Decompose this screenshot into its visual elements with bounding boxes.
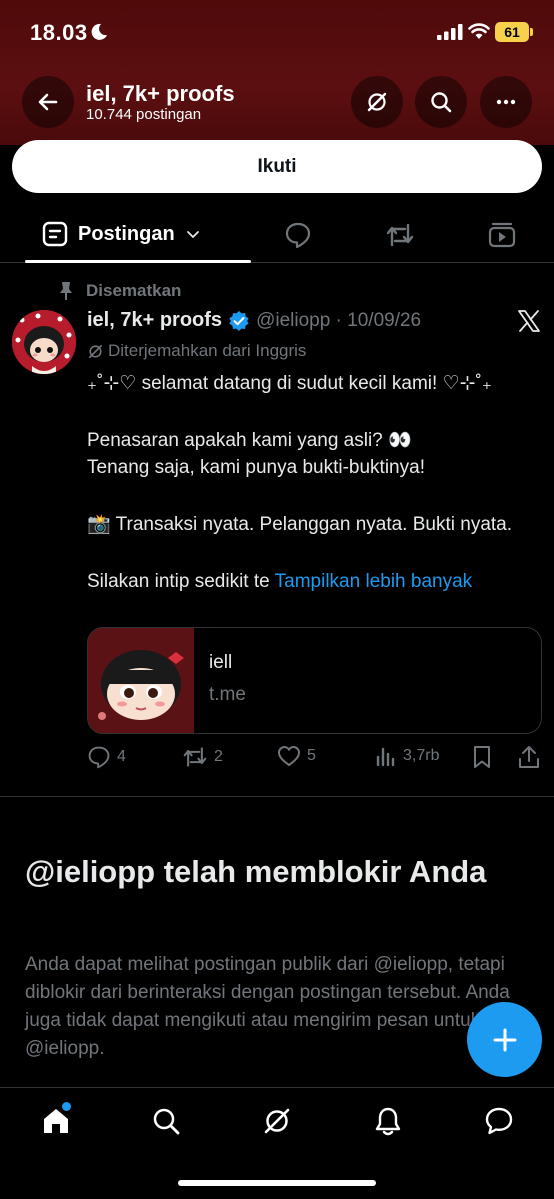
link-card-domain: t.me (209, 684, 246, 705)
battery-tip (530, 28, 533, 36)
more-icon (496, 99, 516, 105)
author-name[interactable]: iel, 7k+ proofs (87, 309, 222, 332)
post-line: 📸 Transaksi nyata. Pelanggan nyata. Bukt… (87, 514, 513, 535)
view-count: 3,7rb (403, 747, 440, 764)
x-logo-icon (518, 310, 540, 332)
like-count: 5 (307, 747, 316, 764)
bell-icon[interactable] (373, 1106, 403, 1136)
status-time: 18.03 (30, 20, 88, 45)
post-line: Penasaran apakah kami yang asli? 👀 (87, 430, 412, 451)
tab-reposts[interactable] (385, 221, 415, 249)
back-arrow-icon (38, 93, 58, 111)
home-indicator (178, 1180, 376, 1186)
share-icon[interactable] (518, 745, 540, 769)
moon-icon (91, 23, 107, 40)
repost-count: 2 (214, 748, 223, 765)
compose-button[interactable] (467, 1002, 542, 1077)
profile-tabs: Postingan (0, 205, 554, 263)
post-line: Tenang saja, kami punya bukti-buktinya! (87, 457, 425, 478)
blocked-heading: @ieliopp telah memblokir Anda (25, 854, 487, 889)
post-line: Silakan intip sedikit te Tampilkan lebih… (87, 571, 473, 592)
divider (0, 796, 554, 797)
grok-icon[interactable] (262, 1106, 292, 1136)
author-handle-date: @ieliopp · 10/09/26 (256, 309, 422, 331)
search-button[interactable] (415, 76, 467, 128)
translated-notice: Diterjemahkan dari Inggris (87, 341, 306, 361)
repost-button[interactable]: 2 (182, 745, 223, 769)
bookmark-icon[interactable] (472, 745, 492, 769)
grok-button[interactable] (351, 76, 403, 128)
tab-replies[interactable] (284, 221, 312, 249)
translated-label: Diterjemahkan dari Inggris (108, 341, 307, 360)
reply-icon (88, 746, 110, 769)
signal-icon (437, 24, 463, 40)
home-notification-dot (62, 1102, 71, 1111)
like-button[interactable]: 5 (277, 745, 316, 767)
views-chart-icon (376, 747, 395, 767)
show-more-link[interactable]: Tampilkan lebih banyak (275, 571, 473, 592)
link-card-title: iell (209, 652, 233, 673)
search-icon (431, 92, 452, 113)
more-button[interactable] (480, 76, 532, 128)
post-count: 10.744 postingan (86, 106, 202, 123)
battery-indicator: 61 (495, 22, 529, 42)
post-actions: 4 2 5 3,7rb (87, 745, 542, 773)
verified-badge-icon (229, 310, 249, 331)
views-button[interactable]: 3,7rb (375, 745, 439, 767)
grok-icon (88, 344, 103, 358)
follow-button[interactable]: Ikuti (12, 140, 542, 193)
link-card-thumbnail (88, 628, 194, 733)
plus-icon (493, 1028, 516, 1051)
reply-count: 4 (117, 748, 126, 765)
heart-icon (278, 746, 300, 766)
tab-media[interactable] (487, 221, 517, 249)
repost-icon (183, 747, 207, 767)
grok-icon (367, 92, 387, 112)
active-tab-indicator (25, 260, 251, 263)
back-button[interactable] (22, 76, 74, 128)
blocked-description: Anda dapat melihat postingan publik dari… (25, 954, 510, 1059)
post-author-row: iel, 7k+ proofs @ieliopp · 10/09/26 (87, 309, 421, 332)
chevron-down-icon (186, 231, 199, 238)
avatar[interactable] (12, 310, 76, 374)
reply-button[interactable]: 4 (87, 745, 126, 769)
post-line: ₊˚⊹♡ selamat datang di sudut kecil kami!… (87, 373, 492, 394)
pin-icon (60, 282, 72, 300)
pinned-label: Disematkan (86, 281, 182, 300)
pinned-row: Disematkan (58, 281, 181, 301)
link-card[interactable]: iell t.me (87, 627, 542, 734)
tab-posts-label: Postingan (78, 222, 175, 245)
search-icon[interactable] (151, 1106, 181, 1136)
messages-icon[interactable] (484, 1106, 514, 1136)
posts-tab-icon (42, 221, 68, 247)
status-bar: 18.03 61 (0, 0, 554, 66)
tab-posts[interactable]: Postingan (42, 221, 201, 247)
profile-title: iel, 7k+ proofs (86, 81, 235, 106)
post-body: ₊˚⊹♡ selamat datang di sudut kecil kami!… (87, 370, 542, 595)
wifi-icon (468, 23, 490, 39)
